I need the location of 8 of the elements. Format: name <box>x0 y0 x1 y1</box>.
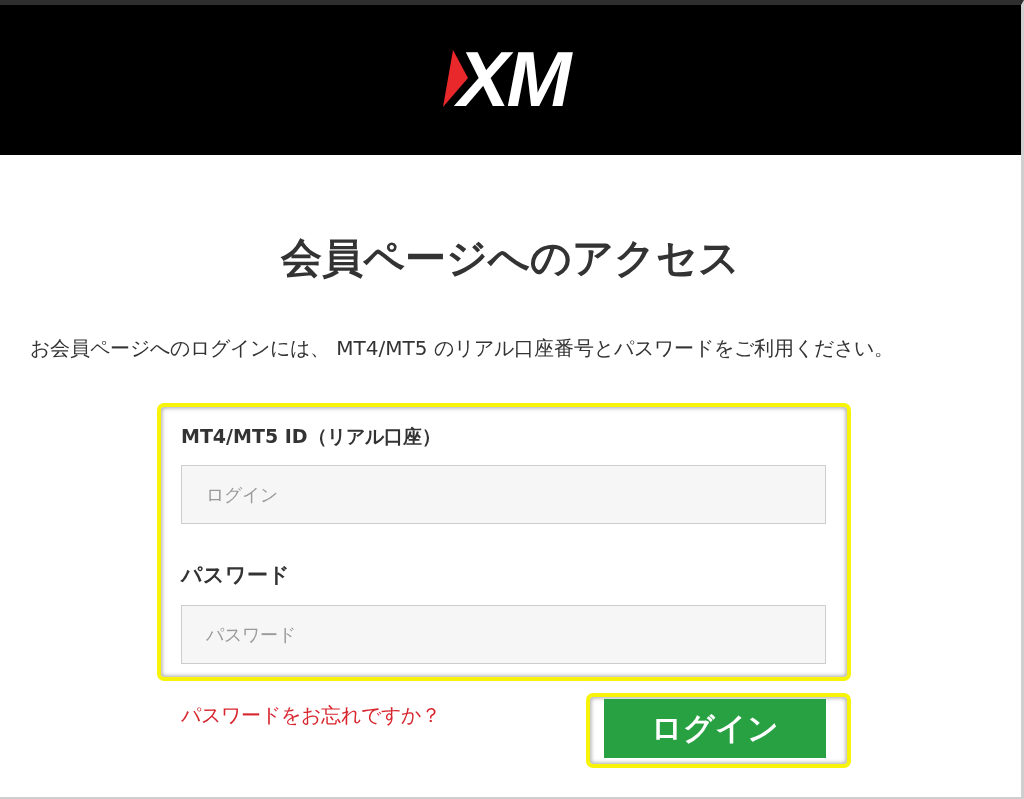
login-button[interactable]: ログイン <box>604 699 826 758</box>
input-field[interactable]: ログイン <box>181 465 826 524</box>
page-title: 会員ページへのアクセス <box>279 233 741 283</box>
input-field[interactable]: パスワード <box>181 605 826 664</box>
description-text: お会員ページへのログインには、 MT4/MT5 のリアル口座番号とパスワードをご利用ください。 <box>30 335 895 362</box>
field-label: パスワード <box>181 562 291 589</box>
forgot-password-link[interactable]: パスワードをお忘れですか？ <box>181 702 441 728</box>
field-label: MT4/MT5 ID（リアル口座） <box>181 424 442 449</box>
